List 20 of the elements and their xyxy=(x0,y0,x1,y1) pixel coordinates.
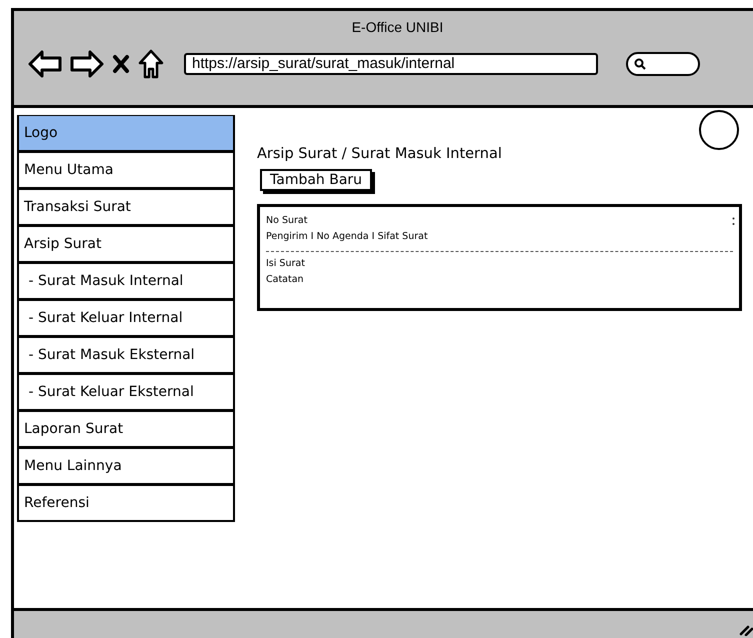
letter-card[interactable]: No Surat Pengirim I No Agenda I Sifat Surat Isi Surat Catatan xyxy=(257,204,742,311)
sidebar-item[interactable]: Referensi xyxy=(17,485,235,522)
breadcrumb: Arsip Surat / Surat Masuk Internal xyxy=(257,146,503,162)
sidebar-item[interactable]: Logo xyxy=(17,115,235,152)
sidebar-item[interactable]: Laporan Surat xyxy=(17,411,235,448)
sidebar-item[interactable]: - Surat Keluar Internal xyxy=(17,300,235,337)
card-line: Isi Surat xyxy=(266,257,306,271)
window-title: E-Office UNIBI xyxy=(352,19,444,35)
sidebar-item[interactable]: Menu Lainnya xyxy=(17,448,235,485)
address-bar[interactable]: https://arsip_surat/surat_masuk/internal xyxy=(184,53,598,75)
sidebar-item[interactable]: - Surat Masuk Internal xyxy=(17,263,235,300)
sidebar-item[interactable]: - Surat Masuk Eksternal xyxy=(17,337,235,374)
sidebar-item[interactable]: Transaksi Surat xyxy=(17,189,235,226)
card-meta: Pengirim I No Agenda I Sifat Surat xyxy=(266,230,429,244)
card-title: No Surat xyxy=(266,214,308,228)
sidebar-item[interactable]: Arsip Surat xyxy=(17,226,235,263)
sidebar-item[interactable]: Menu Utama xyxy=(17,152,235,189)
add-button[interactable]: Tambah Baru xyxy=(260,169,372,191)
sidebar-item[interactable]: - Surat Keluar Eksternal xyxy=(17,374,235,411)
card-line: Catatan xyxy=(266,273,305,287)
